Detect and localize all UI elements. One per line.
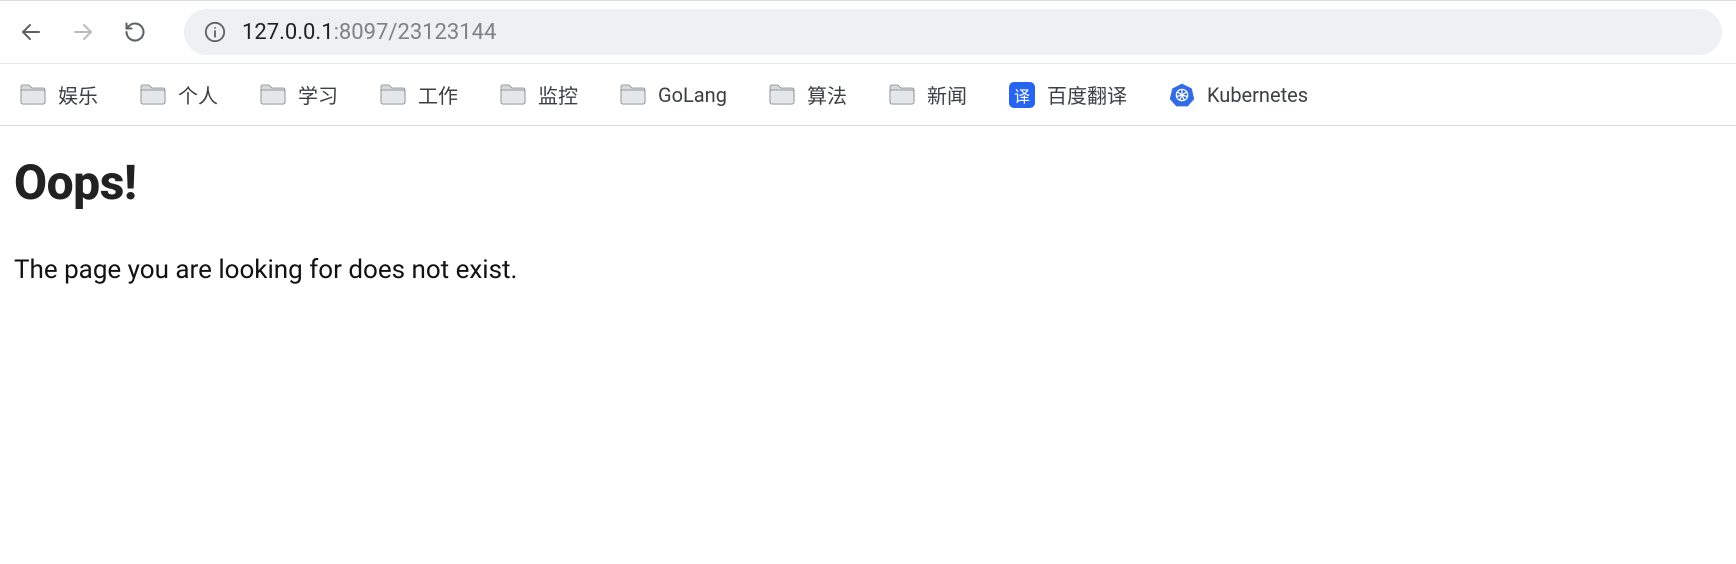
page-content: Oops! The page you are looking for does …	[0, 126, 1736, 313]
folder-icon	[140, 84, 166, 105]
bookmark-folder-golang[interactable]: GoLang	[620, 83, 727, 107]
bookmark-label: 个人	[178, 80, 218, 109]
forward-button[interactable]	[60, 9, 106, 55]
browser-toolbar: 127.0.0.1:8097/23123144	[0, 0, 1736, 64]
bookmark-label: 监控	[538, 80, 578, 109]
bookmark-link-kubernetes[interactable]: Kubernetes	[1169, 82, 1308, 108]
bookmarks-bar: 娱乐 个人 学习 工作 监控 GoLang 算法 新闻 译 百度翻译 Kuber…	[0, 64, 1736, 126]
translate-favicon-icon: 译	[1009, 82, 1035, 108]
folder-icon	[260, 84, 286, 105]
bookmark-label: 工作	[418, 80, 458, 109]
url-host: 127.0.0.1	[242, 20, 334, 45]
bookmark-label: Kubernetes	[1207, 83, 1308, 107]
bookmark-folder-personal[interactable]: 个人	[140, 80, 218, 109]
site-info-icon[interactable]	[204, 21, 226, 43]
folder-icon	[620, 84, 646, 105]
bookmark-label: 学习	[298, 80, 338, 109]
bookmark-folder-news[interactable]: 新闻	[889, 80, 967, 109]
arrow-right-icon	[71, 20, 95, 44]
kubernetes-favicon-icon	[1169, 82, 1195, 108]
folder-icon	[889, 84, 915, 105]
url-text: 127.0.0.1:8097/23123144	[242, 20, 496, 45]
bookmark-folder-monitoring[interactable]: 监控	[500, 80, 578, 109]
folder-icon	[380, 84, 406, 105]
folder-icon	[20, 84, 46, 105]
bookmark-label: GoLang	[658, 83, 727, 107]
error-heading: Oops!	[14, 154, 1722, 211]
back-button[interactable]	[8, 9, 54, 55]
bookmark-label: 百度翻译	[1047, 80, 1127, 109]
reload-button[interactable]	[112, 9, 158, 55]
bookmark-label: 新闻	[927, 80, 967, 109]
url-path: :8097/23123144	[334, 20, 497, 45]
arrow-left-icon	[19, 20, 43, 44]
bookmark-folder-work[interactable]: 工作	[380, 80, 458, 109]
error-message: The page you are looking for does not ex…	[14, 255, 1722, 285]
folder-icon	[769, 84, 795, 105]
folder-icon	[500, 84, 526, 105]
bookmark-folder-algorithms[interactable]: 算法	[769, 80, 847, 109]
bookmark-folder-study[interactable]: 学习	[260, 80, 338, 109]
bookmark-label: 算法	[807, 80, 847, 109]
bookmark-folder-entertainment[interactable]: 娱乐	[20, 80, 98, 109]
address-bar[interactable]: 127.0.0.1:8097/23123144	[184, 9, 1722, 55]
bookmark-link-baidu-translate[interactable]: 译 百度翻译	[1009, 80, 1127, 109]
reload-icon	[123, 20, 147, 44]
bookmark-label: 娱乐	[58, 80, 98, 109]
